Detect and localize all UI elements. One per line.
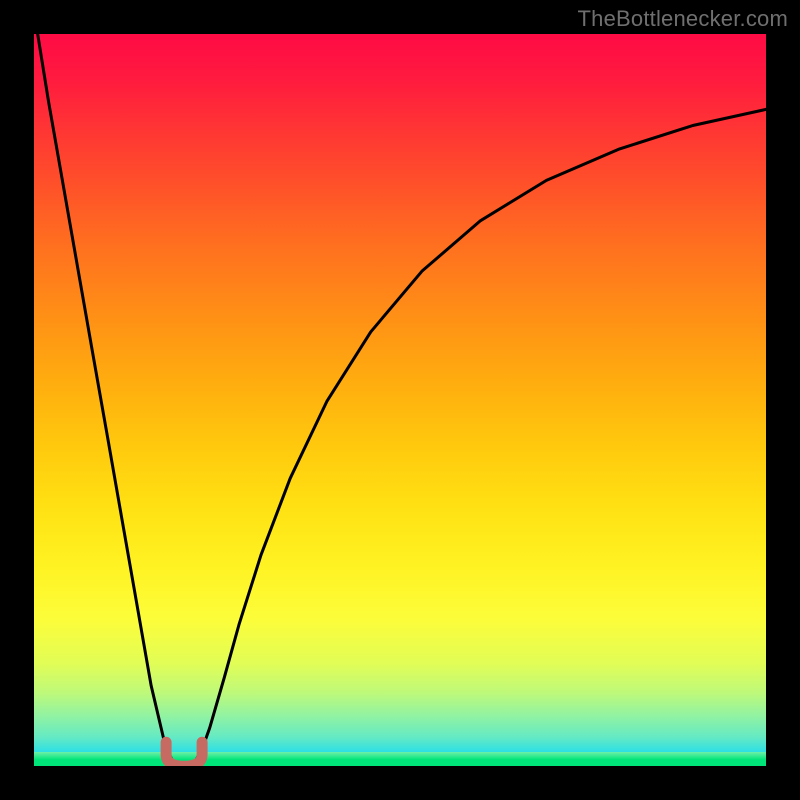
chart-frame: TheBottlenecker.com: [0, 0, 800, 800]
valley-marker-path: [166, 742, 202, 766]
bottleneck-curve-svg: [34, 34, 766, 766]
bottleneck-curve-path: [38, 34, 766, 766]
watermark-text: TheBottlenecker.com: [578, 6, 788, 32]
plot-area: [34, 34, 766, 766]
